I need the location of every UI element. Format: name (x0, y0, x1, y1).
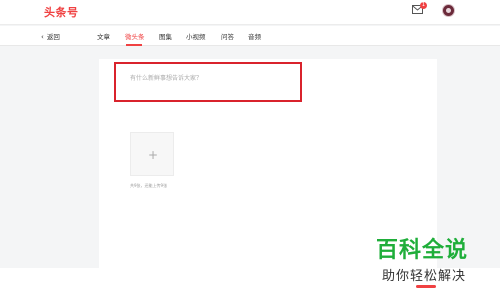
upload-hint: 共9张，还能上传9张 (130, 183, 168, 188)
logo[interactable]: 头条号 (44, 4, 79, 20)
active-tab-indicator (126, 44, 142, 46)
chevron-left-icon: ‹ (41, 33, 44, 41)
notification-badge: 1 (420, 2, 427, 9)
watermark-logo: 百科全说 助你轻松解决 (372, 232, 490, 294)
tab-short-video[interactable]: 小视频 (186, 31, 206, 41)
back-label: 返回 (46, 33, 60, 41)
watermark-bar (416, 285, 436, 288)
tab-audio[interactable]: 音频 (248, 31, 261, 41)
tab-gallery[interactable]: 图集 (159, 31, 172, 41)
plus-icon: + (147, 148, 159, 162)
compose-input[interactable] (130, 73, 280, 83)
image-upload-button[interactable]: + (130, 132, 174, 176)
back-button[interactable]: ‹ 返回 (41, 31, 60, 41)
mail-icon[interactable]: 1 (412, 2, 427, 17)
watermark-subtitle: 助你轻松解决 (382, 269, 467, 284)
tab-qa[interactable]: 问答 (221, 31, 234, 41)
tab-article[interactable]: 文章 (97, 31, 110, 41)
watermark-title: 百科全说 (376, 238, 469, 263)
top-header: 头条号 1 (0, 0, 500, 25)
avatar[interactable] (442, 4, 455, 17)
tab-weitoutiao[interactable]: 微头条 (125, 31, 145, 41)
tab-bar: ‹ 返回 文章 微头条 图集 小视频 问答 音频 (0, 26, 500, 46)
